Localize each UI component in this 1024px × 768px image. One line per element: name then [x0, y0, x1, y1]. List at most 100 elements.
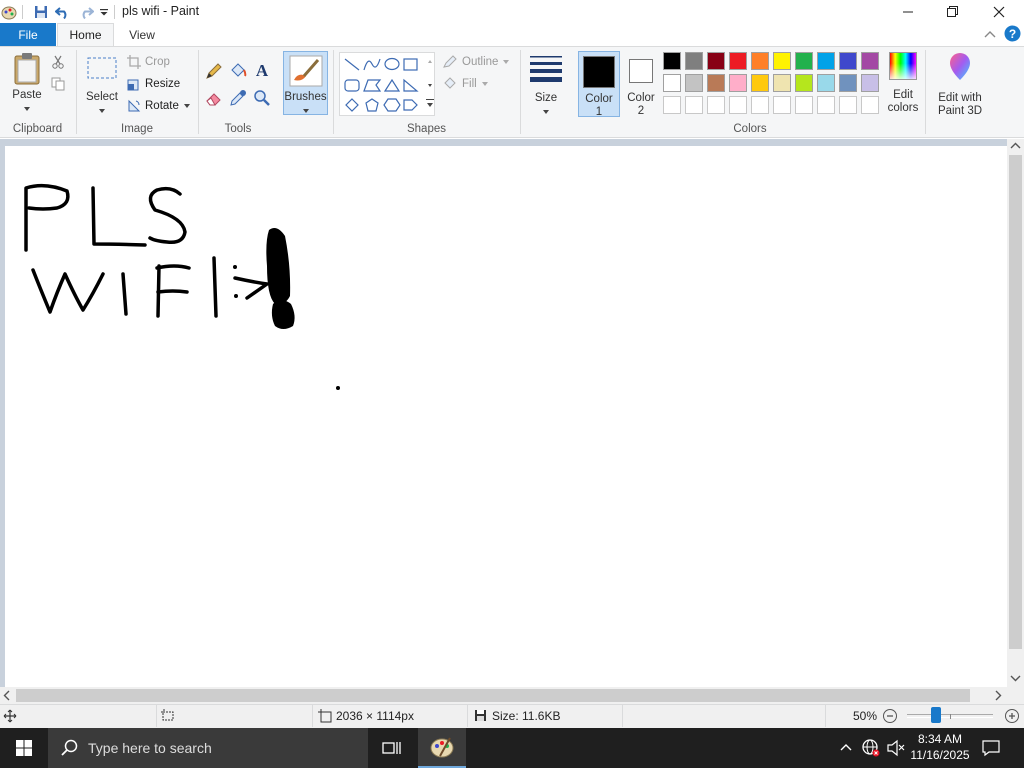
rotate-button[interactable]: Rotate: [127, 96, 191, 116]
colors-group-label: Colors: [733, 123, 767, 135]
color-swatch[interactable]: [861, 96, 879, 114]
tab-file[interactable]: File: [0, 23, 56, 46]
fill-bucket-icon[interactable]: [229, 62, 247, 83]
restore-button[interactable]: [930, 0, 975, 23]
close-button[interactable]: [976, 0, 1021, 23]
horizontal-scroll-thumb[interactable]: [16, 689, 970, 702]
status-divider: [156, 705, 157, 727]
zoom-slider-thumb[interactable]: [930, 707, 941, 723]
zoom-out-button[interactable]: [882, 708, 898, 727]
color-picker-icon[interactable]: [229, 89, 247, 110]
color1-button[interactable]: Color 1: [578, 51, 620, 118]
color-swatch[interactable]: [773, 52, 791, 70]
color-swatch[interactable]: [839, 52, 857, 70]
color-swatch[interactable]: [861, 52, 879, 70]
select-label: Select: [86, 91, 118, 103]
color-swatch[interactable]: [773, 74, 791, 92]
crop-button[interactable]: Crop: [127, 52, 170, 72]
zoom-slider-track[interactable]: [907, 714, 993, 719]
color-swatch[interactable]: [729, 74, 747, 92]
color-swatch[interactable]: [861, 74, 879, 92]
clock[interactable]: 8:34 AM 11/16/2025: [910, 731, 970, 763]
taskbar-paint-app[interactable]: [418, 728, 466, 768]
volume-icon[interactable]: [886, 739, 906, 760]
color-swatch[interactable]: [663, 96, 681, 114]
taskbar-search-box[interactable]: Type here to search: [48, 728, 368, 768]
start-button[interactable]: [0, 728, 48, 768]
color-swatch[interactable]: [839, 96, 857, 114]
scroll-up-icon[interactable]: [1007, 139, 1024, 153]
crop-icon: [127, 55, 141, 69]
paste-button[interactable]: Paste: [8, 52, 46, 116]
task-view-button[interactable]: [368, 728, 416, 768]
minimize-icon: [902, 11, 913, 12]
tab-view[interactable]: View: [114, 23, 170, 46]
color2-label: Color: [627, 92, 655, 104]
copy-icon[interactable]: [51, 77, 65, 94]
outline-button[interactable]: Outline: [442, 52, 510, 72]
zoom-in-button[interactable]: [1004, 708, 1020, 727]
resize-button[interactable]: Resize: [127, 74, 180, 94]
tab-home[interactable]: Home: [57, 23, 114, 46]
color-swatch[interactable]: [685, 52, 703, 70]
cursor-position-icon: [3, 709, 17, 726]
action-center-button[interactable]: [982, 739, 1000, 760]
color-swatch[interactable]: [817, 52, 835, 70]
help-icon[interactable]: ?: [1004, 25, 1021, 45]
color-swatch[interactable]: [751, 52, 769, 70]
color-swatch[interactable]: [685, 74, 703, 92]
show-hidden-icons-button[interactable]: [838, 739, 854, 758]
paint-app-icon[interactable]: [0, 3, 18, 21]
redo-icon[interactable]: [76, 3, 96, 21]
collapse-ribbon-icon[interactable]: [984, 28, 996, 42]
color-swatch[interactable]: [663, 74, 681, 92]
color-swatch[interactable]: [751, 74, 769, 92]
eraser-icon[interactable]: [205, 89, 223, 110]
color-swatch[interactable]: [795, 74, 813, 92]
color-swatch[interactable]: [795, 52, 813, 70]
fill-button[interactable]: Fill: [442, 74, 489, 94]
color-swatch[interactable]: [685, 96, 703, 114]
image-group-label: Image: [121, 123, 153, 135]
edit-with-paint3d-button[interactable]: Edit with Paint 3D: [932, 52, 988, 118]
network-icon[interactable]: [861, 738, 881, 761]
color-swatch[interactable]: [817, 96, 835, 114]
edit-colors-button[interactable]: Edit colors: [886, 52, 920, 118]
brushes-button[interactable]: Brushes: [283, 51, 328, 115]
pencil-icon[interactable]: [205, 62, 223, 83]
scroll-right-icon[interactable]: [991, 687, 1005, 704]
cut-icon[interactable]: [51, 55, 65, 72]
magnifier-icon[interactable]: [253, 89, 271, 110]
color-swatch[interactable]: [751, 96, 769, 114]
undo-icon[interactable]: [53, 3, 73, 21]
shapes-gallery[interactable]: [339, 52, 435, 116]
edit-colors-line1: Edit: [893, 89, 913, 101]
color-swatch[interactable]: [707, 96, 725, 114]
color-swatch[interactable]: [663, 52, 681, 70]
color-swatch[interactable]: [729, 52, 747, 70]
save-icon[interactable]: [31, 3, 51, 21]
customize-qat-icon[interactable]: [97, 3, 111, 21]
color-swatch[interactable]: [729, 96, 747, 114]
file-size-icon: [474, 709, 487, 725]
search-placeholder: Type here to search: [88, 740, 212, 756]
color-swatch[interactable]: [707, 52, 725, 70]
color-swatch[interactable]: [817, 74, 835, 92]
fill-dropdown-icon: [481, 82, 488, 86]
vertical-scroll-thumb[interactable]: [1009, 155, 1022, 649]
horizontal-scrollbar[interactable]: [0, 687, 1007, 704]
vertical-scrollbar[interactable]: [1007, 139, 1024, 687]
color-swatch[interactable]: [773, 96, 791, 114]
clock-time: 8:34 AM: [917, 732, 963, 746]
scroll-down-icon[interactable]: [1007, 671, 1024, 685]
color-swatch[interactable]: [839, 74, 857, 92]
color2-button[interactable]: Color 2: [622, 51, 660, 117]
scroll-left-icon[interactable]: [0, 687, 14, 704]
size-button[interactable]: Size: [526, 52, 566, 116]
text-tool-icon[interactable]: A: [253, 61, 271, 82]
color-swatch[interactable]: [795, 96, 813, 114]
drawing-canvas[interactable]: [5, 146, 1007, 687]
select-button[interactable]: Select: [82, 52, 122, 116]
minimize-button[interactable]: [885, 0, 930, 23]
color-swatch[interactable]: [707, 74, 725, 92]
